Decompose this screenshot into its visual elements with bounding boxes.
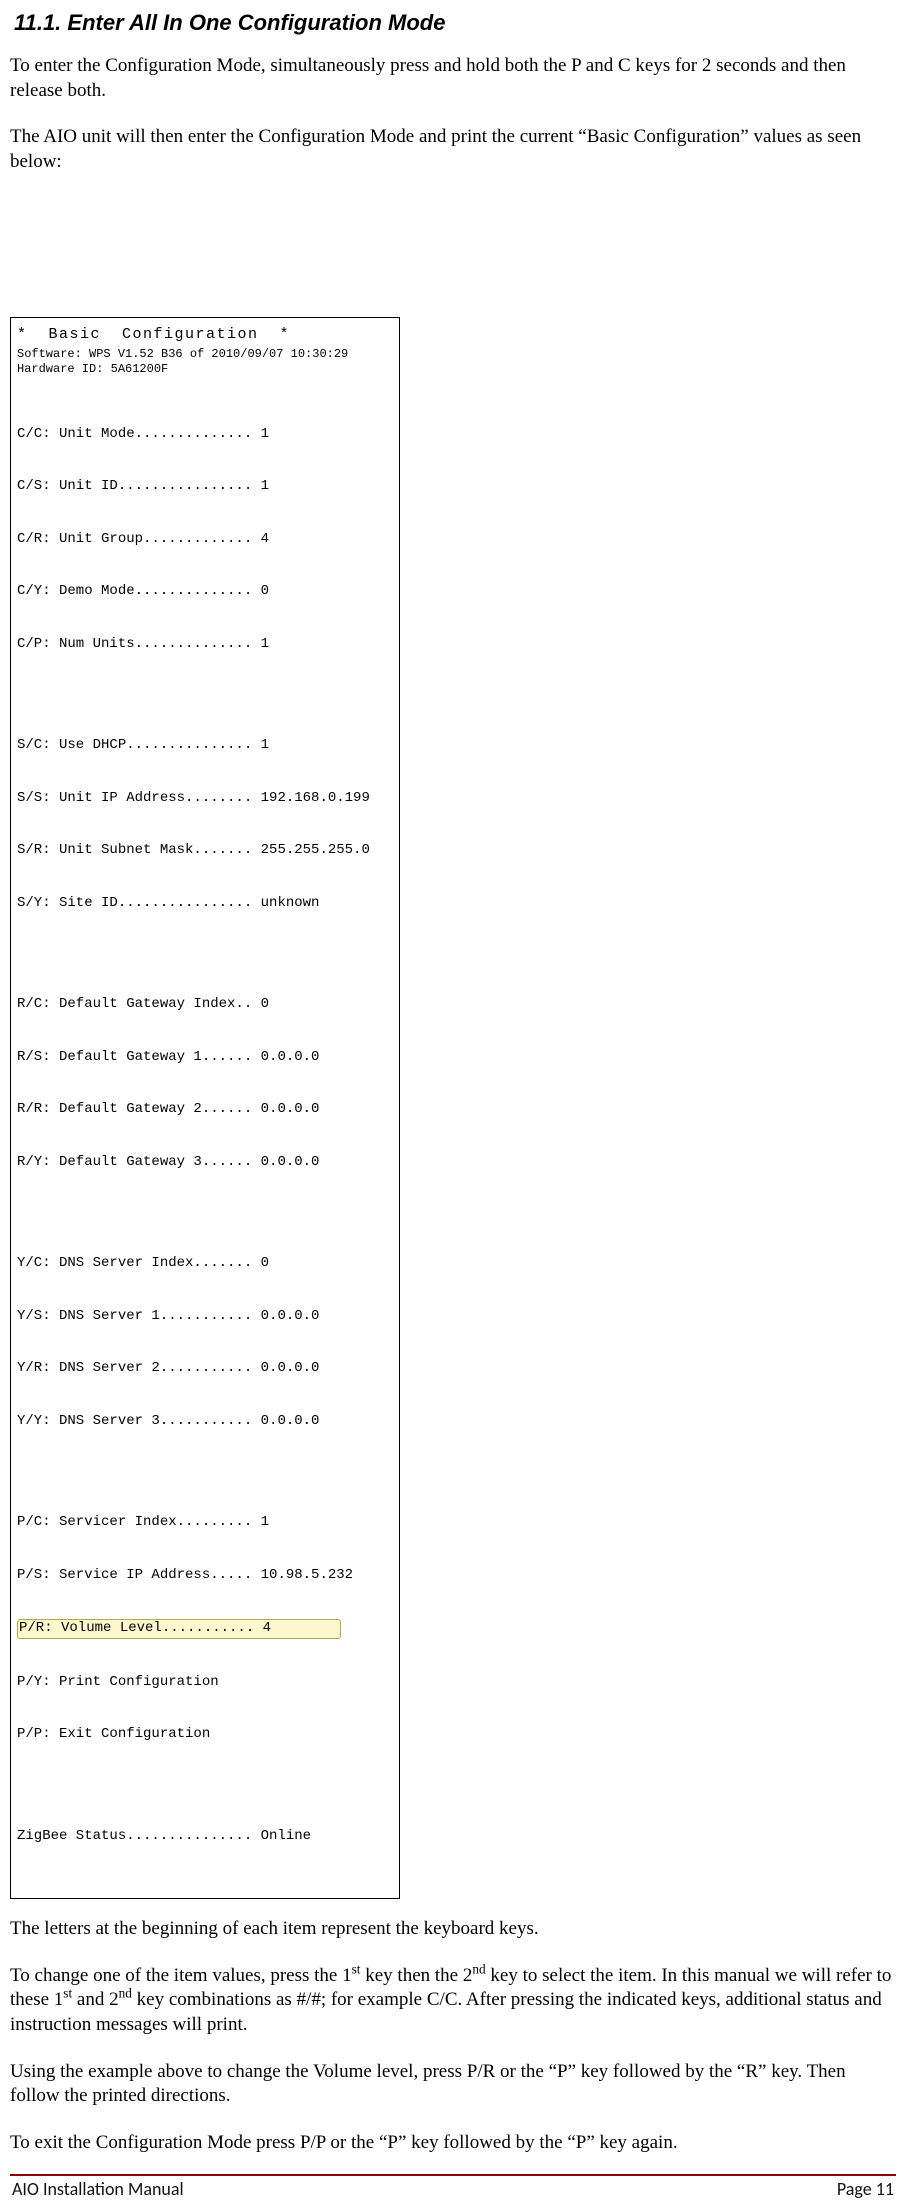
printout-zigbee: ZigBee Status............... Online (17, 1793, 393, 1881)
printout-line: R/R: Default Gateway 2...... 0.0.0.0 (17, 1101, 393, 1119)
printout-line: Y/S: DNS Server 1........... 0.0.0.0 (17, 1308, 393, 1326)
printout-line: R/C: Default Gateway Index.. 0 (17, 996, 393, 1014)
text-fragment: and 2 (72, 1989, 118, 2010)
superscript-st: st (63, 1986, 72, 2001)
printout-line: P/P: Exit Configuration (17, 1726, 393, 1744)
paragraph-example: Using the example above to change the Vo… (10, 2060, 896, 2109)
paragraph-letters: The letters at the beginning of each ite… (10, 1917, 896, 1942)
volume-level-highlight: P/R: Volume Level........... 4 (17, 1619, 341, 1639)
superscript-st: st (352, 1961, 361, 1976)
printout-line: S/Y: Site ID................ unknown (17, 895, 393, 913)
printout-line: C/C: Unit Mode.............. 1 (17, 426, 393, 444)
text-fragment: key then the 2 (361, 1965, 473, 1986)
printout-line: P/S: Service IP Address..... 10.98.5.232 (17, 1567, 393, 1585)
printout-hardware: Hardware ID: 5A61200F (17, 362, 393, 377)
printout-line: ZigBee Status............... Online (17, 1828, 393, 1846)
superscript-nd: nd (472, 1961, 485, 1976)
printout-line: S/S: Unit IP Address........ 192.168.0.1… (17, 790, 393, 808)
printout-line: Y/C: DNS Server Index....... 0 (17, 1255, 393, 1273)
page-footer: AIO Installation Manual Page 11 (10, 2178, 896, 2206)
printout-group-s: S/C: Use DHCP............... 1 S/S: Unit… (17, 702, 393, 947)
printout-line: S/R: Unit Subnet Mask....... 255.255.255… (17, 842, 393, 860)
printout-group-y: Y/C: DNS Server Index....... 0 Y/S: DNS … (17, 1220, 393, 1465)
footer-title: AIO Installation Manual (12, 2178, 184, 2200)
section-heading: 11.1. Enter All In One Configuration Mod… (14, 10, 896, 36)
printout-line: Y/R: DNS Server 2........... 0.0.0.0 (17, 1360, 393, 1378)
printout-line: P/Y: Print Configuration (17, 1674, 393, 1692)
footer-rule (10, 2174, 896, 2176)
text-fragment: To change one of the item values, press … (10, 1965, 352, 1986)
spacer (10, 197, 896, 317)
superscript-nd: nd (119, 1986, 132, 2001)
printout-line: Y/Y: DNS Server 3........... 0.0.0.0 (17, 1413, 393, 1431)
paragraph-intro-2: The AIO unit will then enter the Configu… (10, 125, 896, 174)
printout-title: * Basic Configuration * (17, 326, 393, 345)
paragraph-change-value: To change one of the item values, press … (10, 1964, 896, 2038)
printout-group-c: C/C: Unit Mode.............. 1 C/S: Unit… (17, 391, 393, 689)
printout-group-p: P/C: Servicer Index......... 1 P/S: Serv… (17, 1479, 393, 1779)
printout-software: Software: WPS V1.52 B36 of 2010/09/07 10… (17, 347, 393, 362)
paragraph-exit: To exit the Configuration Mode press P/P… (10, 2131, 896, 2156)
printout-line: C/P: Num Units.............. 1 (17, 636, 393, 654)
printout-line: C/S: Unit ID................ 1 (17, 478, 393, 496)
printout-line: C/Y: Demo Mode.............. 0 (17, 583, 393, 601)
printout-line: S/C: Use DHCP............... 1 (17, 737, 393, 755)
printout-line: P/C: Servicer Index......... 1 (17, 1514, 393, 1532)
printout-group-r: R/C: Default Gateway Index.. 0 R/S: Defa… (17, 961, 393, 1206)
printout-line-highlight: P/R: Volume Level........... 4 (17, 1619, 393, 1639)
printout-line: R/S: Default Gateway 1...... 0.0.0.0 (17, 1049, 393, 1067)
text-fragment: key combinations as #/#; for example C/C… (10, 1989, 882, 2035)
config-printout: * Basic Configuration * Software: WPS V1… (10, 317, 400, 1899)
footer-page-number: Page 11 (837, 2178, 894, 2200)
printout-line: R/Y: Default Gateway 3...... 0.0.0.0 (17, 1154, 393, 1172)
printout-line: C/R: Unit Group............. 4 (17, 531, 393, 549)
paragraph-intro-1: To enter the Configuration Mode, simulta… (10, 54, 896, 103)
